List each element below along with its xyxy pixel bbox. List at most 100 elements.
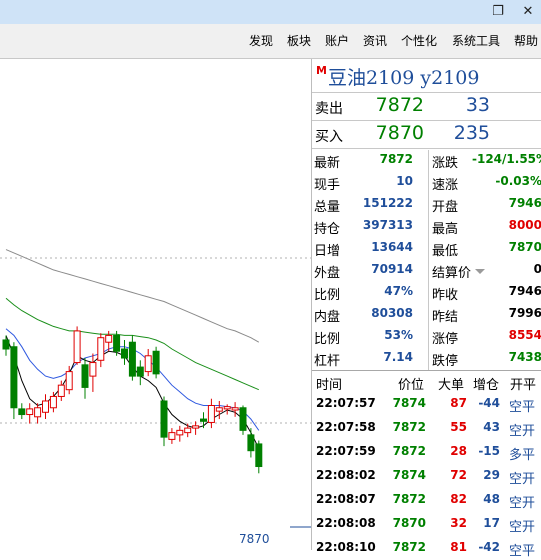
tick-time: 22:08:10 [316, 540, 376, 554]
stats-row: 最新 7872 涨跌 -124/1.55% [312, 150, 541, 172]
buy-price[interactable]: 7870 [372, 122, 424, 144]
candle-body [121, 348, 128, 359]
tick-time: 22:08:07 [316, 492, 376, 506]
dropdown-triangle-icon[interactable] [475, 269, 485, 274]
kline-chart[interactable]: 7870 [0, 59, 311, 550]
tick-row[interactable]: 22:08:10 7872 81 -42 空平 [312, 536, 541, 560]
candle-body [176, 429, 184, 436]
candle-body [200, 418, 207, 422]
stat-label: 结算价 [432, 266, 472, 281]
stats-row: 比例 47% 昨收 7946 [312, 282, 541, 304]
candle-body [26, 408, 34, 416]
tick-price: 7870 [392, 516, 426, 530]
candle-body [160, 400, 168, 438]
tick-volume: 72 [450, 468, 467, 482]
sell-price[interactable]: 7872 [372, 94, 424, 116]
ticks-header-time: 时间 [316, 378, 343, 393]
stat-value: -0.03% [495, 174, 541, 188]
restore-icon[interactable]: ❐ [487, 2, 509, 22]
tick-row[interactable]: 22:08:07 7872 82 48 空开 [312, 488, 541, 512]
stat-value: 7872 [379, 152, 413, 166]
main-contract-marker: M [316, 64, 327, 77]
tick-type: 空开 [509, 424, 536, 439]
stats-row: 现手 10 速涨 -0.03% [312, 172, 541, 194]
stat-value: 397313 [362, 218, 413, 232]
candle-body [207, 405, 215, 423]
tick-row[interactable]: 22:07:57 7874 87 -44 空平 [312, 392, 541, 416]
stat-value: 7946 [508, 196, 541, 210]
tick-oi-change: 29 [483, 468, 500, 482]
stat-value: 8554 [508, 328, 541, 342]
candle-body [136, 366, 144, 377]
stat-value: 13644 [371, 240, 413, 254]
stat-label: 比例 [314, 332, 341, 347]
candle-body [113, 334, 121, 352]
contract-header: M 豆油2109 y2109 [312, 59, 541, 93]
stat-label: 日增 [314, 244, 341, 259]
menu-discover[interactable]: 发现 [249, 32, 273, 49]
quote-panel: M 豆油2109 y2109 卖出 7872 33 买入 7870 235 最新… [311, 59, 541, 559]
tick-volume: 81 [450, 540, 467, 554]
candle-body [128, 341, 136, 377]
tick-row[interactable]: 22:08:08 7870 32 17 空开 [312, 512, 541, 536]
ticks-header-oi: 增仓 [473, 378, 500, 393]
candle-body [10, 346, 18, 409]
stat-label: 持仓 [314, 222, 341, 237]
stat-value: 8000 [508, 218, 541, 232]
close-icon[interactable]: ✕ [517, 2, 539, 22]
stat-label: 速涨 [432, 178, 459, 193]
tick-time: 22:07:58 [316, 420, 376, 434]
tick-row[interactable]: 22:08:02 7874 72 29 空开 [312, 464, 541, 488]
kline-svg: 7870 [0, 249, 311, 546]
stat-label: 最新 [314, 156, 341, 171]
candle-body [105, 334, 113, 343]
contract-name: 豆油2109 y2109 [328, 67, 480, 89]
candle-body [73, 330, 81, 364]
candle-body [184, 427, 192, 434]
candle-body [81, 364, 89, 388]
stats-row: 持仓 397313 最高 8000 [312, 216, 541, 238]
tick-row[interactable]: 22:07:58 7872 55 43 空开 [312, 416, 541, 440]
ticks-header-bigorder: 大单 [438, 378, 465, 393]
tick-row[interactable]: 22:07:59 7872 28 -15 多平 [312, 440, 541, 464]
candle-body [2, 339, 10, 350]
sell-row: 卖出 7872 33 [312, 93, 541, 121]
menu-news[interactable]: 资讯 [363, 32, 387, 49]
menu-help[interactable]: 帮助 [514, 32, 538, 49]
tick-volume: 28 [450, 444, 467, 458]
stats-row: 内盘 80308 昨结 7996 [312, 304, 541, 326]
menu-personalize[interactable]: 个性化 [401, 32, 437, 49]
candle-body [57, 384, 65, 397]
last-price-label: 7870 [239, 532, 270, 546]
stat-label: 最低 [432, 244, 459, 259]
stat-value: 151222 [362, 196, 413, 210]
tick-type: 空平 [509, 400, 536, 415]
candle-body [192, 425, 200, 429]
candle-body [255, 443, 263, 468]
stat-label: 昨收 [432, 288, 459, 303]
stat-label: 杠杆 [314, 354, 341, 369]
candle-body [231, 407, 239, 411]
ticks-header-type: 开平 [510, 378, 537, 393]
stat-label: 跌停 [432, 354, 459, 369]
menu-sectors[interactable]: 板块 [287, 32, 311, 49]
tick-oi-change: -15 [478, 444, 500, 458]
menu-system-tools[interactable]: 系统工具 [452, 32, 500, 49]
tick-oi-change: -42 [478, 540, 500, 554]
stat-label: 比例 [314, 288, 341, 303]
stat-value: 70914 [371, 262, 413, 276]
stat-label: 昨结 [432, 310, 459, 325]
stat-value: 80308 [371, 306, 413, 320]
candle-body [168, 432, 176, 440]
stat-label: 最高 [432, 222, 459, 237]
tick-price: 7874 [392, 396, 426, 410]
tick-price: 7872 [392, 492, 426, 506]
tick-time: 22:08:08 [316, 516, 376, 530]
sell-label: 卖出 [315, 101, 343, 117]
stat-value: 10 [396, 174, 413, 188]
tick-type: 空开 [509, 472, 536, 487]
buy-row: 买入 7870 235 [312, 121, 541, 149]
candle-body [144, 355, 152, 373]
menu-account[interactable]: 账户 [325, 32, 349, 49]
stat-value: 7996 [508, 306, 541, 320]
